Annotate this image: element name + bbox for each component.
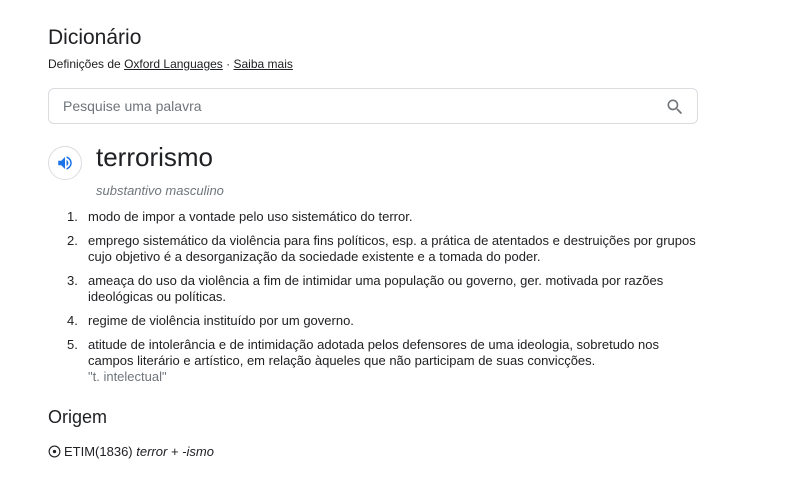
definition-item: 2. emprego sistemático da violência para… [48,233,708,265]
definition-item: 3. ameaça do uso da violência a fim de i… [48,273,708,305]
etymology-part-2: -ismo [182,444,214,459]
definition-text: modo de impor a vontade pelo uso sistemá… [88,209,413,224]
learn-more-link[interactable]: Saiba mais [234,57,293,71]
definition-text: regime de violência instituído por um go… [88,313,354,328]
pronunciation-button[interactable] [48,146,82,180]
definition-number: 5. [67,337,78,352]
oxford-languages-link[interactable]: Oxford Languages [124,57,223,71]
etymology-plus: + [170,444,179,459]
definition-text: ameaça do uso da violência a fim de inti… [88,273,664,304]
origin-heading: Origem [48,407,108,427]
part-of-speech: substantivo masculino [96,183,224,198]
separator-dot: · [226,57,231,71]
definition-list: 1. modo de impor a vontade pelo uso sist… [48,209,708,393]
headword: terrorismo [96,142,214,172]
search-input[interactable] [63,89,643,123]
definition-number: 2. [67,233,78,248]
speaker-icon [58,156,72,170]
definition-text: atitude de intolerância e de intimidação… [88,337,659,368]
definition-item: 4. regime de violência instituído por um… [48,313,708,329]
source-line: Definições de Oxford Languages · Saiba m… [48,57,293,71]
definition-item: 1. modo de impor a vontade pelo uso sist… [48,209,708,225]
definition-number: 4. [67,313,78,328]
definition-number: 3. [67,273,78,288]
expand-circle-icon[interactable] [48,445,61,458]
source-prefix: Definições de [48,57,121,71]
etymology-prefix: ETIM(1836) [64,444,133,459]
definition-number: 1. [67,209,78,224]
usage-example: "t. intelectual" [88,369,167,384]
etymology-part-1: terror [136,444,168,459]
definition-item: 5. atitude de intolerância e de intimida… [48,337,708,385]
origin-line[interactable]: ETIM(1836) terror + -ismo [48,444,214,460]
dictionary-title: Dicionário [48,26,142,49]
search-box [48,88,698,124]
search-icon[interactable] [665,97,685,117]
definition-text: emprego sistemático da violência para fi… [88,233,696,264]
dictionary-card: Dicionário Definições de Oxford Language… [0,0,804,486]
